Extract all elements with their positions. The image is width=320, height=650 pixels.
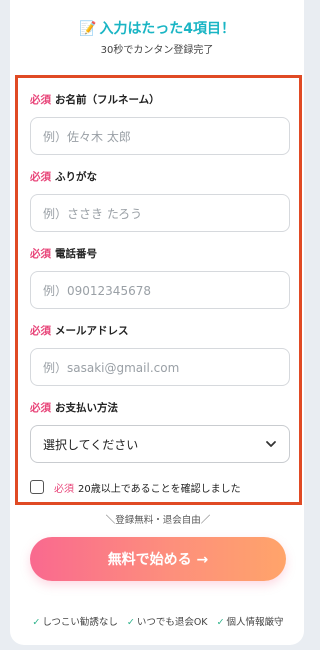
furigana-label: 必須 ふりがな [30, 171, 97, 183]
memo-icon: 📝 [79, 21, 97, 37]
check-icon: ✓ [126, 617, 135, 628]
required-badge: 必須 [30, 171, 51, 183]
start-free-button[interactable]: 無料で始める → [30, 537, 286, 581]
required-badge: 必須 [30, 402, 51, 414]
name-placeholder: 例）佐々木 太郎 [43, 129, 131, 144]
chevron-down-icon [266, 441, 276, 447]
email-placeholder: 例）sasaki@gmail.com [43, 360, 180, 375]
email-label: 必須 メールアドレス [30, 325, 129, 337]
furigana-placeholder: 例）ささき たろう [43, 206, 143, 221]
phone-input[interactable]: 例）09012345678 [30, 271, 290, 309]
check-icon: ✓ [32, 617, 41, 628]
phone-placeholder: 例）09012345678 [43, 283, 151, 298]
email-field-group: 必須 メールアドレス 例）sasaki@gmail.com [30, 323, 290, 386]
age-confirm-row: 必須 20歳以上であることを確認しました [30, 478, 290, 496]
payment-select[interactable]: 選択してください [30, 425, 290, 463]
furigana-field-group: 必須 ふりがな 例）ささき たろう [30, 169, 290, 232]
required-badge: 必須 [30, 325, 51, 337]
check-icon: ✓ [216, 617, 225, 628]
required-badge: 必須 [30, 248, 51, 260]
age-confirm-text: 20歳以上であることを確認しました [78, 483, 241, 495]
free-note: ＼登録無料・退会自由／ [105, 515, 211, 526]
email-input[interactable]: 例）sasaki@gmail.com [30, 348, 290, 386]
furigana-input[interactable]: 例）ささき たろう [30, 194, 290, 232]
required-badge: 必須 [54, 483, 74, 495]
assurance-item: ✓ いつでも退会OK [126, 617, 208, 628]
name-input[interactable]: 例）佐々木 太郎 [30, 117, 290, 155]
assurance-item: ✓ 個人情報厳守 [216, 617, 284, 628]
phone-field-group: 必須 電話番号 例）09012345678 [30, 246, 290, 309]
signup-form: 必須 お名前（フルネーム） 例）佐々木 太郎 必須 ふりがな 例）ささき たろう 必… [15, 75, 302, 505]
assurance-list: ✓ しつこい勧誘なし ✓ いつでも退会OK ✓ 個人情報厳守 [0, 614, 316, 628]
payment-selected-value: 選択してください [43, 437, 139, 452]
assurance-item: ✓ しつこい勧誘なし [32, 617, 118, 628]
form-subheading: 30秒でカンタン登録完了 [100, 45, 214, 56]
age-confirm-checkbox[interactable] [30, 480, 44, 494]
payment-label: 必須 お支払い方法 [30, 402, 118, 414]
name-field-group: 必須 お名前（フルネーム） 例）佐々木 太郎 [30, 92, 290, 155]
payment-field-group: 必須 お支払い方法 選択してください [30, 400, 290, 463]
phone-label: 必須 電話番号 [30, 248, 97, 260]
form-heading: 📝 入力はたった4項目！ [79, 21, 235, 37]
required-badge: 必須 [30, 94, 51, 106]
name-label: 必須 お名前（フルネーム） [30, 94, 160, 106]
